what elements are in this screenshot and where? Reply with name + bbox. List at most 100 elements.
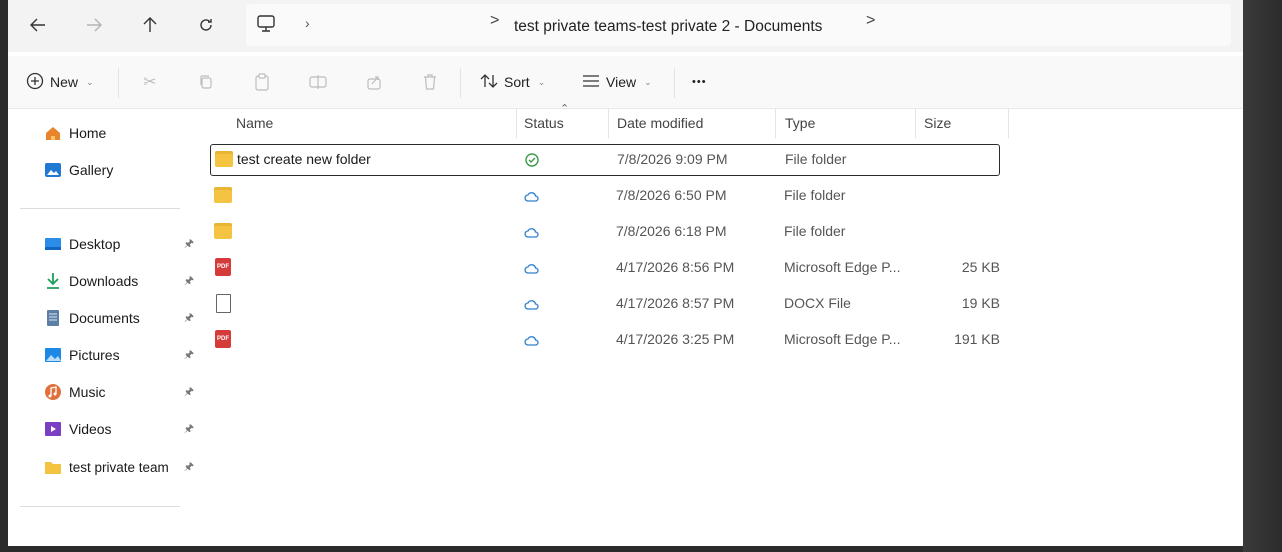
date-modified: 7/8/2026 9:09 PM bbox=[617, 151, 728, 167]
sidebar-item-documents[interactable]: Documents 🖈 bbox=[44, 304, 194, 332]
file-size: 25 KB bbox=[961, 259, 1000, 275]
refresh-icon[interactable] bbox=[190, 10, 222, 40]
sidebar-item-test-private-team[interactable]: test private team 🖈 bbox=[44, 453, 194, 481]
pdf-icon: PDF bbox=[215, 330, 231, 348]
file-type: DOCX File bbox=[784, 295, 851, 311]
paste-icon[interactable] bbox=[250, 70, 274, 94]
sidebar-item-label: Home bbox=[69, 125, 107, 141]
file-size: 191 KB bbox=[954, 331, 1000, 347]
view-list-icon bbox=[582, 74, 600, 91]
date-modified: 4/17/2026 3:25 PM bbox=[616, 331, 735, 347]
table-row[interactable]: 7/8/2026 6:50 PM File folder bbox=[210, 181, 998, 211]
sidebar-item-label: test private team bbox=[69, 459, 169, 475]
sidebar-item-label: Music bbox=[69, 384, 106, 400]
share-icon[interactable] bbox=[362, 70, 386, 94]
sidebar-item-gallery[interactable]: Gallery bbox=[44, 156, 194, 184]
table-row[interactable]: PDF 4/17/2026 3:25 PM Microsoft Edge P..… bbox=[210, 325, 1000, 355]
column-divider[interactable] bbox=[775, 108, 776, 138]
navigation-pane: Home Gallery Desktop 🖈 Downloads 🖈 Docum… bbox=[8, 110, 203, 546]
cut-icon[interactable]: ✂ bbox=[138, 70, 162, 94]
up-arrow-icon[interactable] bbox=[134, 10, 166, 40]
file-type: File folder bbox=[784, 187, 846, 203]
file-name[interactable]: test create new folder bbox=[237, 151, 371, 167]
desktop-icon bbox=[44, 235, 62, 253]
divider bbox=[118, 68, 119, 98]
breadcrumb-separator: > bbox=[490, 12, 500, 29]
pin-icon[interactable]: 🖈 bbox=[184, 235, 194, 254]
sort-button[interactable]: Sort ⌄ bbox=[480, 68, 545, 96]
column-header-date-modified[interactable]: Date modified bbox=[617, 115, 703, 131]
pin-icon[interactable]: 🖈 bbox=[184, 309, 194, 328]
column-divider[interactable] bbox=[915, 108, 916, 138]
folder-icon bbox=[44, 458, 62, 476]
column-header-status[interactable]: Status bbox=[524, 115, 564, 131]
sidebar-item-label: Gallery bbox=[69, 162, 114, 178]
new-button[interactable]: New ⌄ bbox=[26, 68, 94, 96]
forward-arrow-icon[interactable] bbox=[78, 10, 110, 40]
pdf-icon: PDF bbox=[215, 258, 231, 276]
table-row[interactable]: 4/17/2026 8:57 PM DOCX File 19 KB bbox=[210, 289, 1000, 319]
rename-icon[interactable] bbox=[306, 70, 330, 94]
divider bbox=[674, 68, 675, 98]
column-header-row: ⌃ Name Status Date modified Type Size bbox=[208, 103, 1009, 138]
chevron-down-icon: ⌄ bbox=[644, 76, 652, 87]
pin-icon[interactable]: 🖈 bbox=[184, 272, 194, 291]
view-button[interactable]: View ⌄ bbox=[582, 68, 652, 96]
table-row[interactable]: test create new folder 7/8/2026 9:09 PM … bbox=[210, 144, 1000, 176]
date-modified: 7/8/2026 6:18 PM bbox=[616, 223, 727, 239]
sidebar-item-desktop[interactable]: Desktop 🖈 bbox=[44, 230, 194, 258]
cloud-icon bbox=[524, 333, 539, 347]
sidebar-item-label: Pictures bbox=[69, 347, 120, 363]
pictures-icon bbox=[44, 346, 62, 364]
pin-icon[interactable]: 🖈 bbox=[184, 420, 194, 439]
sidebar-item-music[interactable]: Music 🖈 bbox=[44, 378, 194, 406]
cloud-icon bbox=[524, 297, 539, 311]
column-header-type[interactable]: Type bbox=[785, 115, 815, 131]
folder-icon bbox=[215, 151, 233, 167]
table-row[interactable]: PDF 4/17/2026 8:56 PM Microsoft Edge P..… bbox=[210, 253, 1000, 283]
copy-icon[interactable] bbox=[194, 70, 218, 94]
delete-icon[interactable] bbox=[418, 70, 442, 94]
column-header-name[interactable]: Name bbox=[236, 115, 273, 131]
address-overflow-separator: › bbox=[305, 15, 310, 31]
chevron-down-icon: ⌄ bbox=[86, 76, 94, 87]
date-modified: 4/17/2026 8:56 PM bbox=[616, 259, 735, 275]
cloud-icon bbox=[524, 261, 539, 275]
folder-icon bbox=[214, 223, 232, 239]
back-arrow-icon[interactable] bbox=[22, 10, 54, 40]
sidebar-item-downloads[interactable]: Downloads 🖈 bbox=[44, 267, 194, 295]
sidebar-item-pictures[interactable]: Pictures 🖈 bbox=[44, 341, 194, 369]
computer-icon bbox=[256, 15, 276, 36]
file-type: File folder bbox=[785, 151, 847, 167]
chevron-down-icon: ⌄ bbox=[537, 76, 546, 87]
more-options-button[interactable]: ••• bbox=[692, 68, 707, 96]
documents-icon bbox=[44, 309, 62, 327]
file-type: File folder bbox=[784, 223, 846, 239]
cloud-icon bbox=[524, 189, 539, 203]
column-divider[interactable] bbox=[516, 108, 517, 138]
date-modified: 7/8/2026 6:50 PM bbox=[616, 187, 727, 203]
address-bar[interactable]: › > test private teams-test private 2 - … bbox=[246, 4, 1231, 46]
column-divider[interactable] bbox=[608, 108, 609, 138]
breadcrumb-current-folder[interactable]: test private teams-test private 2 - Docu… bbox=[514, 18, 822, 36]
new-label: New bbox=[50, 74, 79, 90]
pin-icon[interactable]: 🖈 bbox=[184, 458, 194, 477]
pin-icon[interactable]: 🖈 bbox=[184, 346, 194, 365]
view-label: View bbox=[606, 74, 637, 90]
sidebar-item-videos[interactable]: Videos 🖈 bbox=[44, 415, 194, 443]
file-type: Microsoft Edge P... bbox=[784, 331, 901, 347]
sidebar-item-label: Desktop bbox=[69, 236, 121, 252]
divider bbox=[460, 68, 461, 98]
sidebar-item-home[interactable]: Home bbox=[44, 119, 194, 147]
folder-icon bbox=[214, 187, 232, 203]
cloud-icon bbox=[524, 225, 539, 239]
column-divider[interactable] bbox=[1008, 108, 1009, 138]
sort-icon bbox=[480, 73, 498, 92]
column-header-size[interactable]: Size bbox=[924, 115, 951, 131]
breadcrumb-expand-chevron[interactable]: > bbox=[866, 12, 875, 30]
docx-icon bbox=[216, 294, 231, 313]
sort-label: Sort bbox=[504, 74, 530, 90]
pin-icon[interactable]: 🖈 bbox=[184, 383, 194, 402]
synced-check-icon bbox=[525, 153, 539, 167]
table-row[interactable]: 7/8/2026 6:18 PM File folder bbox=[210, 217, 998, 247]
